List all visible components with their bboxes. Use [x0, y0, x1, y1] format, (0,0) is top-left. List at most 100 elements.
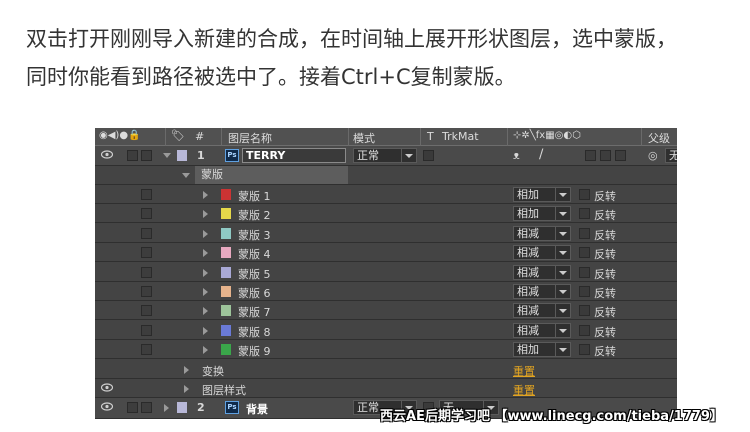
mask-row[interactable]: 蒙版 1 相加 反转 [95, 185, 677, 204]
mode-select[interactable]: 正常 [353, 148, 417, 163]
layer-styles-reset-link[interactable]: 重置 [513, 382, 535, 398]
lock-switch[interactable] [141, 150, 152, 161]
invert-checkbox[interactable] [579, 208, 590, 220]
preserve-transparency-checkbox[interactable] [423, 150, 434, 161]
solo-switch[interactable] [127, 402, 138, 413]
lock-switch[interactable] [141, 208, 152, 220]
masks-expand-toggle[interactable] [182, 173, 190, 178]
invert-checkbox[interactable] [579, 266, 590, 278]
solo-switch[interactable] [127, 150, 138, 161]
invert-label: 反转 [594, 325, 616, 339]
mask-name[interactable]: 蒙版 8 [238, 324, 271, 340]
mask-mode-select[interactable]: 相减 [513, 322, 571, 338]
mask-color-chip[interactable] [221, 344, 231, 356]
mask-expand-toggle[interactable] [203, 346, 208, 355]
lock-switch[interactable] [141, 402, 152, 413]
layer-row-1[interactable]: 1 Ps TERRY 正常 ᴥ ∕ ◎ 无 [95, 146, 677, 166]
lock-switch[interactable] [141, 247, 152, 259]
motion-blur-switch[interactable] [600, 150, 611, 161]
header-parent[interactable]: 父级 [648, 130, 670, 146]
lock-switch[interactable] [141, 324, 152, 336]
mask-color-chip[interactable] [221, 189, 231, 200]
eye-icon[interactable] [101, 402, 113, 411]
mask-name[interactable]: 蒙版 2 [238, 207, 271, 223]
mask-mode-select[interactable]: 相减 [513, 225, 571, 241]
mask-row[interactable]: 蒙版 8 相减 反转 [95, 321, 677, 340]
mask-name[interactable]: 蒙版 3 [238, 227, 271, 243]
mask-expand-toggle[interactable] [203, 307, 208, 316]
mask-name[interactable]: 蒙版 4 [238, 246, 271, 262]
mask-name[interactable]: 蒙版 7 [238, 304, 271, 320]
mask-color-chip[interactable] [221, 208, 231, 220]
lock-switch[interactable] [141, 227, 152, 239]
mask-color-chip[interactable] [221, 266, 231, 278]
masks-group-label[interactable]: 蒙版 [195, 166, 348, 184]
invert-checkbox[interactable] [579, 344, 590, 356]
mask-expand-toggle[interactable] [203, 288, 208, 296]
mask-name[interactable]: 蒙版 9 [238, 343, 271, 359]
mask-expand-toggle[interactable] [203, 229, 208, 238]
lock-switch[interactable] [141, 344, 152, 356]
fx-switch[interactable] [585, 150, 596, 161]
lock-switch[interactable] [141, 189, 152, 200]
mask-row[interactable]: 蒙版 4 相减 反转 [95, 243, 677, 263]
3d-switch[interactable] [615, 150, 626, 161]
expand-toggle[interactable] [163, 153, 171, 158]
header-mode[interactable]: 模式 [353, 130, 375, 146]
mask-color-chip[interactable] [221, 324, 231, 336]
header-layer-name[interactable]: 图层名称 [228, 130, 272, 146]
mask-name[interactable]: 蒙版 6 [238, 285, 271, 301]
eye-icon[interactable] [101, 150, 113, 159]
header-trkmat[interactable]: TrkMat [442, 130, 479, 143]
layer-name[interactable]: 背景 [246, 401, 268, 417]
lock-switch[interactable] [141, 305, 152, 317]
mask-expand-toggle[interactable] [203, 268, 208, 277]
parent-select[interactable]: 无 [665, 148, 677, 163]
mask-color-chip[interactable] [221, 286, 231, 297]
mask-row[interactable]: 蒙版 9 相加 反转 [95, 340, 677, 360]
layer-styles-row[interactable]: 图层样式 重置 [95, 379, 677, 398]
eye-icon[interactable] [101, 383, 113, 392]
mask-expand-toggle[interactable] [203, 210, 208, 219]
mask-row[interactable]: 蒙版 2 相加 反转 [95, 204, 677, 224]
invert-checkbox[interactable] [579, 286, 590, 297]
shy-icon[interactable]: ᴥ [513, 149, 520, 162]
mask-row[interactable]: 蒙版 6 相减 反转 [95, 282, 677, 301]
invert-checkbox[interactable] [579, 227, 590, 239]
parent-pickwhip-icon[interactable]: ◎ [648, 149, 658, 162]
mask-expand-toggle[interactable] [203, 249, 208, 258]
mask-expand-toggle[interactable] [203, 191, 208, 199]
transform-row[interactable]: 变换 重置 [95, 360, 677, 379]
transform-expand-toggle[interactable] [184, 366, 189, 374]
label-color-chip[interactable] [177, 402, 187, 413]
mask-mode-select[interactable]: 相加 [513, 187, 571, 202]
mask-mode-select[interactable]: 相减 [513, 284, 571, 299]
mask-expand-toggle[interactable] [203, 326, 208, 335]
expand-toggle[interactable] [164, 404, 169, 412]
invert-checkbox[interactable] [579, 247, 590, 259]
mask-mode-select[interactable]: 相减 [513, 264, 571, 280]
mask-color-chip[interactable] [221, 247, 231, 259]
mask-row[interactable]: 蒙版 5 相减 反转 [95, 263, 677, 282]
transform-reset-link[interactable]: 重置 [513, 363, 535, 379]
mask-row[interactable]: 蒙版 3 相减 反转 [95, 224, 677, 243]
invert-checkbox[interactable] [579, 189, 590, 200]
lock-switch[interactable] [141, 286, 152, 297]
invert-checkbox[interactable] [579, 305, 590, 317]
invert-checkbox[interactable] [579, 324, 590, 336]
mask-color-chip[interactable] [221, 227, 231, 239]
mask-mode-select[interactable]: 相加 [513, 206, 571, 222]
label-color-chip[interactable] [177, 150, 187, 161]
mask-color-chip[interactable] [221, 305, 231, 317]
mask-name[interactable]: 蒙版 1 [238, 188, 271, 204]
mask-name[interactable]: 蒙版 5 [238, 266, 271, 282]
lock-switch[interactable] [141, 266, 152, 278]
layer-styles-expand-toggle[interactable] [184, 385, 189, 393]
mask-mode-select[interactable]: 相加 [513, 342, 571, 358]
quality-slash-icon[interactable]: ∕ [539, 147, 543, 162]
mask-mode-select[interactable]: 相减 [513, 303, 571, 319]
layer-name-field[interactable]: TERRY [242, 148, 346, 163]
mask-row[interactable]: 蒙版 7 相减 反转 [95, 301, 677, 321]
mask-mode-select[interactable]: 相减 [513, 245, 571, 261]
masks-group-row[interactable]: 蒙版 [95, 166, 677, 185]
